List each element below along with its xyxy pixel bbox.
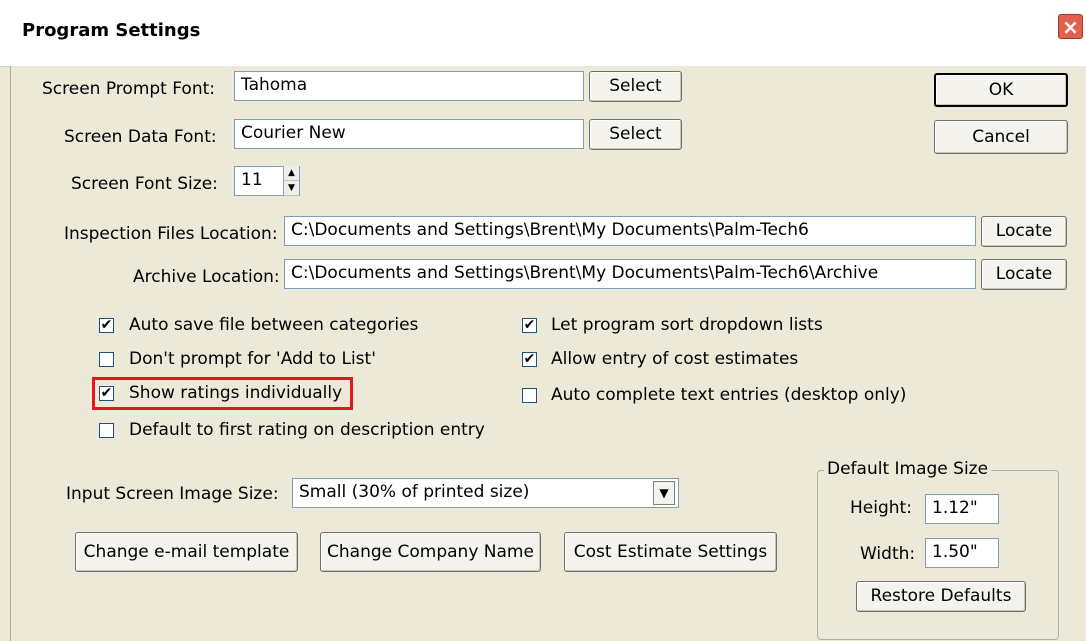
default-first-rating-checkbox[interactable] [99, 423, 114, 438]
change-email-template-button[interactable]: Change e-mail template [75, 532, 298, 572]
font-size-spinner[interactable]: ▲ ▼ [283, 166, 299, 196]
width-label: Width: [860, 544, 916, 564]
height-label: Height: [850, 498, 912, 518]
input-screen-image-size-label: Input Screen Image Size: [66, 484, 279, 504]
image-size-value: Small (30% of printed size) [299, 482, 530, 502]
sort-dropdown-checkbox[interactable]: ✔ [522, 318, 537, 333]
auto-complete-label: Auto complete text entries (desktop only… [551, 385, 907, 405]
height-field[interactable]: 1.12" [925, 494, 999, 524]
close-button[interactable]: × [1058, 14, 1083, 39]
cost-estimate-settings-button[interactable]: Cost Estimate Settings [564, 532, 777, 572]
screen-prompt-font-field[interactable]: Tahoma [234, 71, 584, 101]
check-icon: ✔ [523, 317, 536, 333]
check-icon: ✔ [100, 385, 113, 401]
select-data-font-button[interactable]: Select [589, 119, 682, 150]
ok-button[interactable]: OK [934, 73, 1068, 107]
cost-estimates-checkbox[interactable]: ✔ [522, 352, 537, 367]
check-icon: ✔ [100, 317, 113, 333]
screen-font-size-value: 11 [241, 170, 263, 190]
screen-data-font-field[interactable]: Courier New [234, 119, 584, 149]
inspection-files-location-label: Inspection Files Location: [64, 224, 278, 244]
cost-estimates-label: Allow entry of cost estimates [551, 349, 799, 369]
inspection-files-location-field[interactable]: C:\Documents and Settings\Brent\My Docum… [284, 216, 976, 246]
screen-data-font-label: Screen Data Font: [64, 127, 217, 147]
restore-defaults-button[interactable]: Restore Defaults [856, 581, 1026, 612]
close-icon: × [1062, 15, 1079, 39]
change-company-name-button[interactable]: Change Company Name [320, 532, 541, 572]
select-prompt-font-button[interactable]: Select [589, 71, 682, 102]
dont-prompt-add-to-list-label: Don't prompt for 'Add to List' [129, 349, 376, 369]
auto-complete-checkbox[interactable] [522, 388, 537, 403]
show-ratings-individually-checkbox[interactable]: ✔ [99, 386, 114, 401]
spin-down-icon[interactable]: ▼ [284, 181, 299, 196]
dropdown-arrow-icon[interactable]: ▼ [653, 481, 675, 505]
cancel-button[interactable]: Cancel [934, 120, 1068, 154]
title-bar: Program Settings × [0, 0, 1086, 67]
window-title: Program Settings [22, 20, 201, 41]
archive-location-field[interactable]: C:\Documents and Settings\Brent\My Docum… [284, 259, 976, 289]
default-first-rating-label: Default to first rating on description e… [129, 420, 485, 440]
width-field[interactable]: 1.50" [925, 538, 999, 568]
check-icon: ✔ [523, 351, 536, 367]
dialog-body: Screen Prompt Font: Tahoma Select Screen… [10, 66, 1086, 641]
archive-location-label: Archive Location: [133, 267, 280, 287]
spin-up-icon[interactable]: ▲ [284, 166, 299, 181]
screen-font-size-label: Screen Font Size: [71, 174, 218, 194]
auto-save-checkbox[interactable]: ✔ [99, 318, 114, 333]
sort-dropdown-label: Let program sort dropdown lists [551, 315, 823, 335]
show-ratings-individually-label: Show ratings individually [129, 383, 343, 403]
locate-inspection-button[interactable]: Locate [981, 216, 1067, 247]
dont-prompt-add-to-list-checkbox[interactable] [99, 352, 114, 367]
image-size-dropdown[interactable]: Small (30% of printed size) [292, 478, 679, 508]
screen-prompt-font-label: Screen Prompt Font: [42, 79, 215, 99]
locate-archive-button[interactable]: Locate [981, 259, 1067, 290]
auto-save-label: Auto save file between categories [129, 315, 419, 335]
default-image-size-legend: Default Image Size [824, 459, 992, 479]
